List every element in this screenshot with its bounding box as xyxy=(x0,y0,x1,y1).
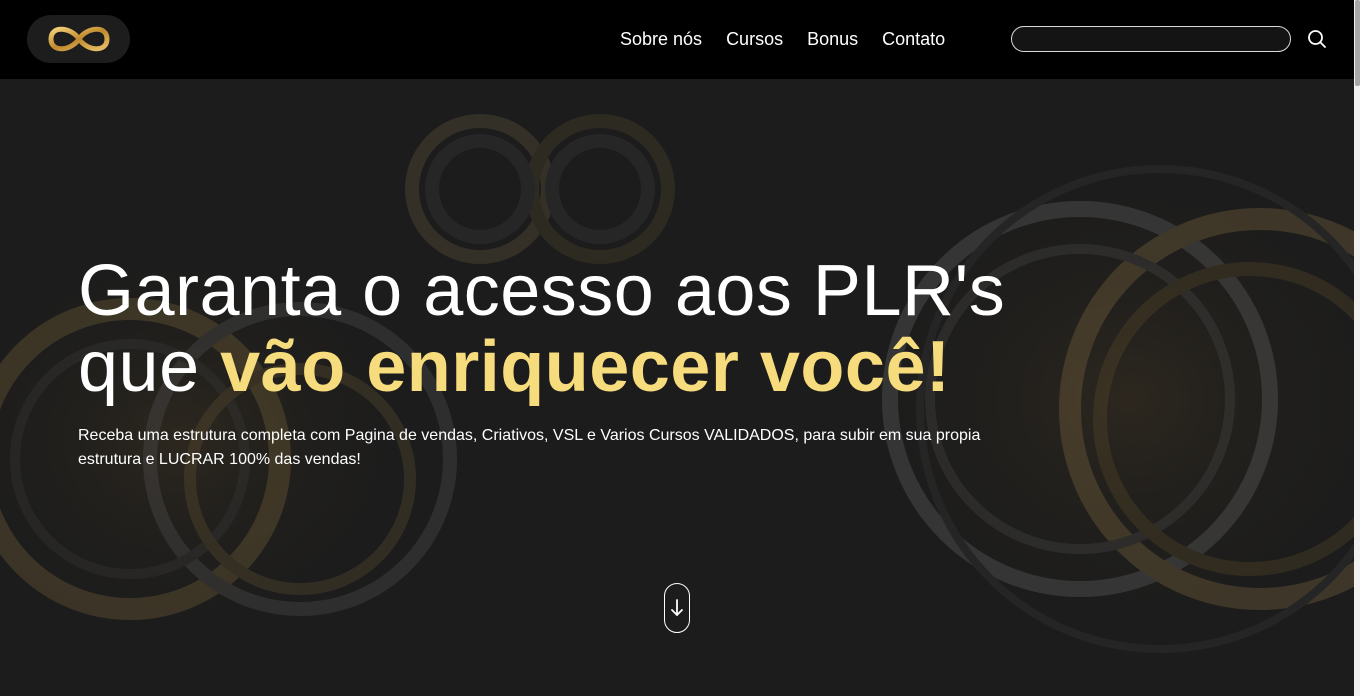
scroll-down-button[interactable] xyxy=(664,583,690,633)
hero-title-accent: vão enriquecer você! xyxy=(220,327,951,407)
nav-link-sobre-nos[interactable]: Sobre nós xyxy=(620,27,702,51)
navbar: Sobre nós Cursos Bonus Contato xyxy=(0,0,1354,79)
main-nav: Sobre nós Cursos Bonus Contato xyxy=(620,27,945,51)
search-icon xyxy=(1308,30,1326,48)
hero-title-line-1: Garanta o acesso aos PLR's xyxy=(78,251,1006,331)
search-input[interactable] xyxy=(1011,26,1291,52)
hero-subtitle: Receba uma estrutura completa com Pagina… xyxy=(78,427,981,468)
scrollbar-track[interactable] xyxy=(1354,0,1360,696)
infinity-icon xyxy=(47,26,110,52)
scrollbar-thumb[interactable] xyxy=(1355,0,1360,86)
hero-title: Garanta o acesso aos PLR's que vão enriq… xyxy=(78,253,1078,405)
nav-link-cursos[interactable]: Cursos xyxy=(726,27,783,51)
logo[interactable] xyxy=(27,15,130,63)
hero-section: Garanta o acesso aos PLR's que vão enriq… xyxy=(0,79,1354,696)
nav-link-contato[interactable]: Contato xyxy=(882,27,945,51)
hero-title-line-2: que vão enriquecer você! xyxy=(78,329,1078,405)
arrow-down-icon xyxy=(671,599,683,616)
nav-link-bonus[interactable]: Bonus xyxy=(807,27,858,51)
page: Sobre nós Cursos Bonus Contato Garanta o… xyxy=(0,0,1360,696)
hero-title-plain: que xyxy=(78,327,221,407)
search-button[interactable] xyxy=(1306,28,1328,50)
